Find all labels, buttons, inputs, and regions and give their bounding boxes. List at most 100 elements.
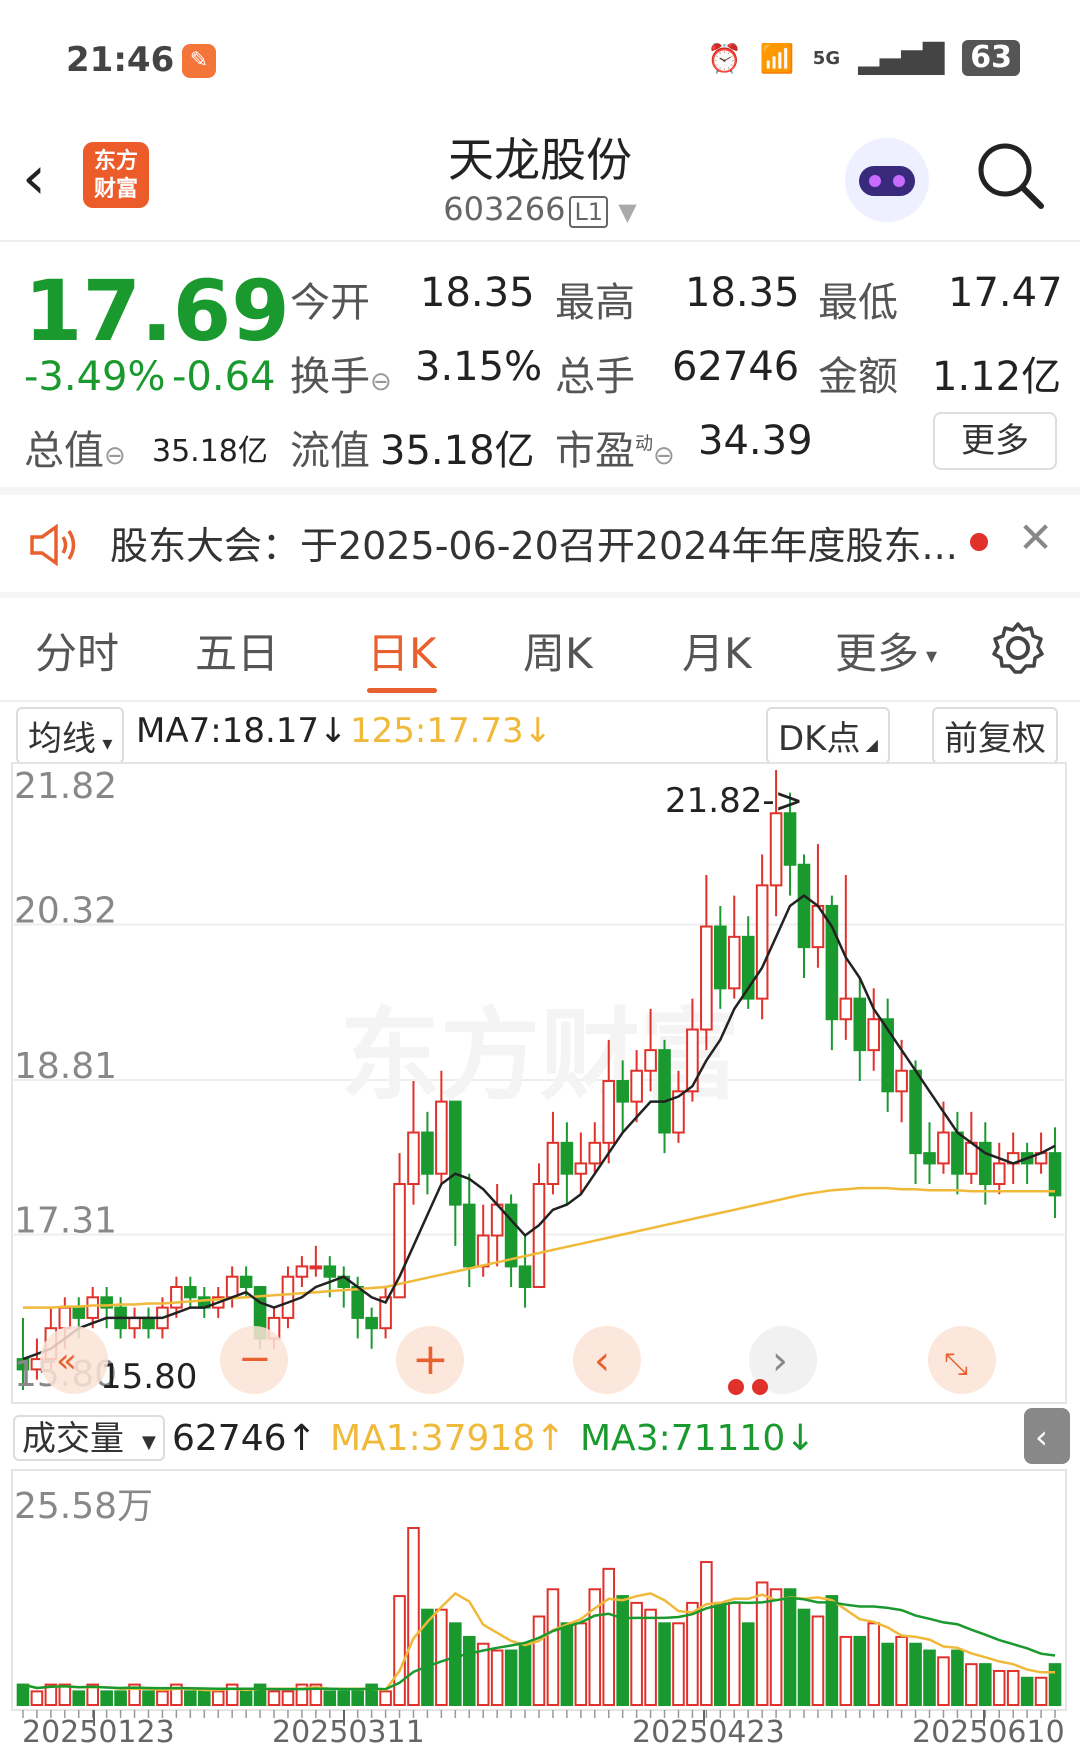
alarm-icon: ⏰ bbox=[707, 41, 742, 75]
candle-body bbox=[797, 863, 811, 949]
change-percent: -3.49% bbox=[24, 354, 166, 400]
volume-bar bbox=[686, 1601, 699, 1707]
volume-bar bbox=[72, 1690, 86, 1707]
mktcap-label[interactable]: 总值⊖ bbox=[24, 418, 126, 476]
volume-bar bbox=[351, 1690, 364, 1707]
volume-bar bbox=[714, 1601, 727, 1707]
candle-body bbox=[295, 1265, 309, 1278]
volume-bar bbox=[337, 1690, 351, 1707]
robot-avatar-icon[interactable] bbox=[845, 138, 929, 222]
volume-bar bbox=[267, 1690, 281, 1707]
price-axis-label: 18.81 bbox=[14, 1046, 117, 1087]
turnover-label[interactable]: 换手⊖ bbox=[290, 344, 392, 402]
volume-bar bbox=[700, 1561, 713, 1706]
tabs-divider bbox=[0, 700, 1080, 702]
float-value: 35.18亿 bbox=[380, 428, 535, 474]
search-icon[interactable] bbox=[975, 140, 1045, 210]
candle-body bbox=[839, 997, 853, 1021]
candle-body bbox=[225, 1275, 239, 1299]
volume-bar bbox=[727, 1601, 741, 1707]
tab-intraday[interactable]: 分时 bbox=[35, 620, 119, 681]
expand-icon: ⤡ bbox=[944, 1347, 968, 1382]
candle-body bbox=[365, 1316, 378, 1330]
amount-label: 金额 bbox=[818, 354, 898, 400]
candle-body bbox=[686, 1028, 699, 1093]
candle-body bbox=[142, 1316, 155, 1330]
volume-bar bbox=[741, 1622, 755, 1706]
volume-select-chevron-icon: ▼ bbox=[142, 1432, 156, 1453]
volume-bar bbox=[281, 1690, 295, 1707]
adjust-button[interactable]: 前复权 bbox=[932, 707, 1058, 764]
chart-header: 均线 ▾ MA7:18.17↓ 125:17.73↓ DK点 ◢ 前复权 bbox=[0, 705, 1080, 764]
kline-chart[interactable]: 东方财富 21.8220.3218.8117.3115.80 21.82-> 1… bbox=[0, 760, 1080, 1743]
volume-bar bbox=[239, 1690, 253, 1707]
pe-label[interactable]: 市盈动⊖ bbox=[555, 418, 675, 476]
candle-body bbox=[72, 1306, 86, 1319]
open-value: 18.35 bbox=[420, 270, 535, 316]
candle-body bbox=[351, 1286, 364, 1319]
page-dot-1 bbox=[728, 1379, 744, 1395]
candle-body bbox=[532, 1183, 546, 1289]
volume-bar bbox=[449, 1622, 462, 1706]
volume-bar bbox=[323, 1690, 337, 1707]
candle-body bbox=[58, 1306, 72, 1330]
candle-body bbox=[700, 925, 713, 1031]
active-tab-underline bbox=[367, 688, 437, 693]
candle-body bbox=[170, 1286, 183, 1309]
volume-bar bbox=[1034, 1676, 1048, 1706]
volume-bar bbox=[1020, 1676, 1034, 1706]
volume-bar bbox=[797, 1608, 811, 1707]
volume-bar bbox=[142, 1690, 155, 1707]
candle-body bbox=[644, 1049, 657, 1072]
low-value: 17.47 bbox=[948, 270, 1063, 316]
volume-bar bbox=[184, 1690, 197, 1707]
candle-body bbox=[407, 1131, 420, 1186]
notice-bar[interactable]: 股东大会：于2025-06-20召开2024年年度股东... ✕ bbox=[0, 495, 1080, 590]
volume-bar bbox=[937, 1656, 950, 1706]
date-label: 20250123 bbox=[22, 1715, 175, 1743]
volume-bar bbox=[867, 1622, 881, 1706]
volume-bar bbox=[379, 1690, 392, 1707]
unread-dot bbox=[970, 533, 988, 551]
chevron-left-icon: ‹ bbox=[594, 1338, 610, 1384]
candle-body bbox=[476, 1234, 490, 1268]
tab-weekly-k[interactable]: 周K bbox=[523, 620, 593, 681]
double-left-icon: « bbox=[56, 1341, 77, 1381]
network-label: 5G bbox=[812, 47, 841, 69]
candle-body bbox=[560, 1141, 574, 1175]
volume-bar bbox=[825, 1595, 839, 1706]
candle-body bbox=[658, 1049, 671, 1134]
candle-body bbox=[128, 1316, 141, 1330]
settings-gear-icon[interactable] bbox=[990, 620, 1046, 676]
ma-select[interactable]: 均线 ▾ bbox=[16, 707, 125, 764]
candle-body bbox=[616, 1080, 629, 1103]
volume-bar bbox=[881, 1642, 894, 1707]
volume-bar bbox=[839, 1635, 853, 1707]
date-label: 20250311 bbox=[272, 1715, 425, 1743]
volume-bar bbox=[992, 1669, 1006, 1707]
candle-body bbox=[714, 925, 727, 990]
candle-body bbox=[86, 1296, 100, 1319]
turnover-value: 3.15% bbox=[415, 344, 543, 390]
dk-point-button[interactable]: DK点 ◢ bbox=[766, 707, 890, 764]
tab-five-day[interactable]: 五日 bbox=[195, 620, 279, 681]
close-icon[interactable]: ✕ bbox=[1018, 513, 1053, 562]
status-right: ⏰ 📶 5G ▂▄▆█ 63 bbox=[707, 40, 1020, 76]
section-divider bbox=[0, 487, 1080, 495]
candle-body bbox=[588, 1141, 602, 1165]
page-dot-2 bbox=[752, 1379, 768, 1395]
volume-bar bbox=[211, 1690, 225, 1707]
volume-bar bbox=[1048, 1663, 1062, 1707]
status-time: 21:46 bbox=[66, 40, 175, 80]
tab-monthly-k[interactable]: 月K bbox=[682, 620, 752, 681]
volume-bar bbox=[100, 1690, 113, 1707]
volume-bar bbox=[393, 1595, 406, 1706]
candle-body bbox=[421, 1131, 434, 1175]
plus-icon: + bbox=[412, 1334, 449, 1385]
candle-body bbox=[992, 1162, 1006, 1186]
candle-body bbox=[755, 884, 769, 1000]
tab-daily-k[interactable]: 日K bbox=[367, 620, 437, 693]
tab-more[interactable]: 更多 ▾ bbox=[835, 620, 937, 681]
more-quote-button[interactable]: 更多 bbox=[933, 412, 1057, 470]
candle-body bbox=[323, 1265, 337, 1278]
